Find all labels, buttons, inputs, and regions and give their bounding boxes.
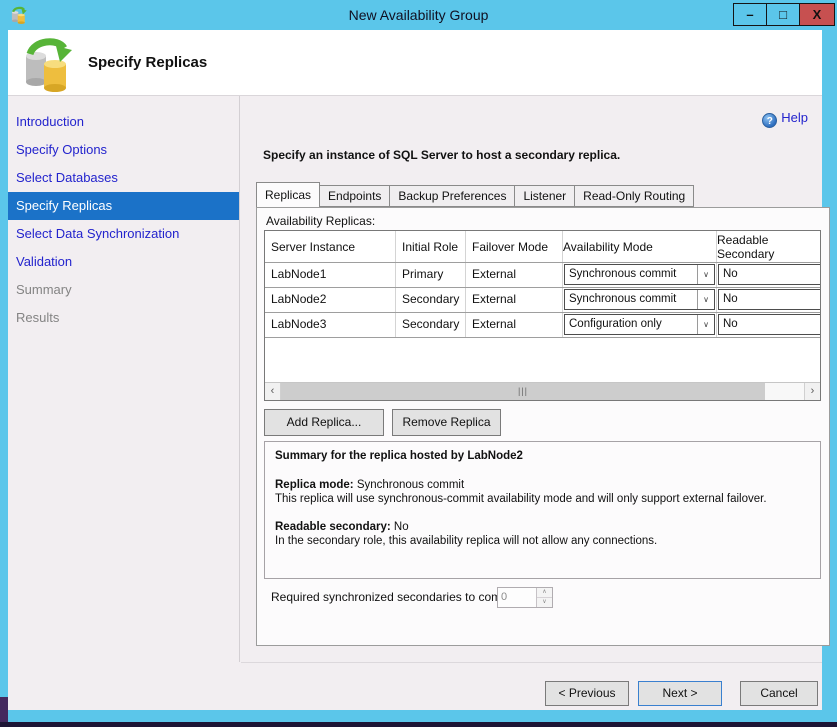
sidebar-item-specify-replicas[interactable]: Specify Replicas [8, 192, 239, 220]
table-row[interactable]: LabNode2 Secondary External Synchronous … [265, 288, 820, 313]
cell-initial-role: Secondary [396, 313, 466, 337]
tab-strip: ReplicasEndpointsBackup PreferencesListe… [256, 185, 694, 208]
desktop-edge [0, 722, 837, 727]
dialog-body: Specify Replicas Introduction Specify Op… [8, 30, 822, 710]
availability-mode-dropdown[interactable]: Synchronous commit ∨ [564, 264, 715, 285]
tab-backup-preferences[interactable]: Backup Preferences [390, 185, 515, 207]
scroll-right-icon[interactable]: › [804, 383, 820, 400]
col-header-server-instance[interactable]: Server Instance [265, 231, 396, 262]
sidebar-item-introduction[interactable]: Introduction [8, 108, 239, 136]
tab-read-only-routing[interactable]: Read-Only Routing [575, 185, 694, 207]
col-header-readable-secondary[interactable]: Readable Secondary [717, 231, 820, 262]
cell-failover-mode[interactable]: External [466, 313, 563, 337]
window-title: New Availability Group [0, 0, 837, 30]
readable-secondary-description: In the secondary role, this availability… [275, 534, 810, 548]
readable-secondary-label: Readable secondary: [275, 521, 391, 533]
readable-secondary-line: Readable secondary: No [275, 520, 810, 534]
tab-page-replicas: Availability Replicas: Server Instance I… [256, 207, 830, 646]
wizard-steps-sidebar: Introduction Specify Options Select Data… [8, 96, 240, 662]
cell-initial-role: Primary [396, 263, 466, 287]
desktop-corner [0, 697, 8, 722]
readable-secondary-value: No [719, 265, 820, 284]
tab-endpoints[interactable]: Endpoints [320, 185, 390, 207]
close-button[interactable]: X [799, 3, 835, 26]
replica-mode-description: This replica will use synchronous-commit… [275, 492, 810, 506]
horizontal-scrollbar[interactable]: ‹ ||| › [265, 382, 820, 400]
maximize-button[interactable]: □ [766, 3, 800, 26]
replica-mode-line: Replica mode: Synchronous commit [275, 478, 810, 492]
cell-server-instance[interactable]: LabNode2 [265, 288, 396, 312]
stepper-arrows: ∧ ∨ [536, 588, 552, 607]
footer-bar: < Previous Next > Cancel [8, 663, 822, 710]
tab-listener[interactable]: Listener [515, 185, 575, 207]
cell-failover-mode[interactable]: External [466, 263, 563, 287]
chevron-down-icon[interactable]: ∨ [697, 315, 714, 334]
replica-mode-value: Synchronous commit [357, 479, 464, 491]
replica-summary-groupbox: Summary for the replica hosted by LabNod… [264, 441, 821, 579]
cell-server-instance[interactable]: LabNode3 [265, 313, 396, 337]
stepper-up-icon[interactable]: ∧ [537, 588, 552, 598]
sidebar-item-results: Results [8, 304, 239, 332]
next-button[interactable]: Next > [638, 681, 722, 706]
scrollbar-track[interactable] [765, 383, 804, 400]
readable-secondary-dropdown[interactable]: No ∨ [718, 289, 820, 310]
page-title: Specify Replicas [88, 54, 207, 71]
wizard-content: ? Help Specify an instance of SQL Server … [241, 96, 822, 662]
col-header-initial-role[interactable]: Initial Role [396, 231, 466, 262]
sidebar-item-select-data-synchronization[interactable]: Select Data Synchronization [8, 220, 239, 248]
wizard-header: Specify Replicas [8, 30, 822, 96]
grid-empty-area [265, 338, 820, 383]
chevron-down-icon[interactable]: ∨ [697, 290, 714, 309]
table-row[interactable]: LabNode3 Secondary External Configuratio… [265, 313, 820, 338]
scroll-left-icon[interactable]: ‹ [265, 383, 281, 400]
required-secondaries-label: Required synchronized secondaries to com… [271, 590, 517, 604]
readable-secondary-dropdown[interactable]: No ∨ [718, 314, 820, 335]
help-label: Help [781, 110, 808, 125]
stepper-down-icon[interactable]: ∨ [537, 598, 552, 607]
readable-secondary-dropdown[interactable]: No ∨ [718, 264, 820, 285]
db-sync-icon [20, 36, 76, 92]
cancel-button[interactable]: Cancel [740, 681, 818, 706]
required-secondaries-stepper[interactable]: 0 ∧ ∨ [497, 587, 553, 608]
availability-replicas-label: Availability Replicas: [266, 214, 375, 228]
titlebar[interactable]: New Availability Group – □ X [0, 0, 837, 30]
help-icon: ? [762, 113, 777, 128]
previous-button[interactable]: < Previous [545, 681, 629, 706]
availability-mode-dropdown[interactable]: Synchronous commit ∨ [564, 289, 715, 310]
wizard-step-list: Introduction Specify Options Select Data… [8, 96, 239, 332]
sidebar-item-select-databases[interactable]: Select Databases [8, 164, 239, 192]
sidebar-item-validation[interactable]: Validation [8, 248, 239, 276]
availability-mode-value: Synchronous commit [565, 290, 697, 309]
chevron-down-icon[interactable]: ∨ [697, 265, 714, 284]
readable-secondary-value: No [394, 521, 409, 533]
table-row[interactable]: LabNode1 Primary External Synchronous co… [265, 263, 820, 288]
col-header-failover-mode[interactable]: Failover Mode [466, 231, 563, 262]
cell-failover-mode[interactable]: External [466, 288, 563, 312]
instruction-text: Specify an instance of SQL Server to hos… [263, 148, 620, 162]
cell-server-instance[interactable]: LabNode1 [265, 263, 396, 287]
scrollbar-thumb[interactable]: ||| [281, 383, 765, 400]
availability-replicas-grid[interactable]: Server Instance Initial Role Failover Mo… [264, 230, 821, 401]
readable-secondary-value: No [719, 315, 820, 334]
help-link[interactable]: ? Help [762, 110, 808, 128]
replica-mode-label: Replica mode: [275, 479, 354, 491]
required-secondaries-value[interactable]: 0 [498, 588, 536, 607]
sidebar-item-specify-options[interactable]: Specify Options [8, 136, 239, 164]
readable-secondary-value: No [719, 290, 820, 309]
grid-header-row: Server Instance Initial Role Failover Mo… [265, 231, 820, 263]
tab-replicas[interactable]: Replicas [256, 182, 320, 207]
cell-initial-role: Secondary [396, 288, 466, 312]
add-replica-button[interactable]: Add Replica... [264, 409, 384, 436]
availability-mode-value: Synchronous commit [565, 265, 697, 284]
sidebar-item-summary: Summary [8, 276, 239, 304]
col-header-availability-mode[interactable]: Availability Mode [563, 231, 717, 262]
availability-mode-dropdown[interactable]: Configuration only ∨ [564, 314, 715, 335]
summary-title: Summary for the replica hosted by LabNod… [275, 449, 810, 463]
minimize-button[interactable]: – [733, 3, 767, 26]
availability-mode-value: Configuration only [565, 315, 697, 334]
remove-replica-button[interactable]: Remove Replica [392, 409, 501, 436]
